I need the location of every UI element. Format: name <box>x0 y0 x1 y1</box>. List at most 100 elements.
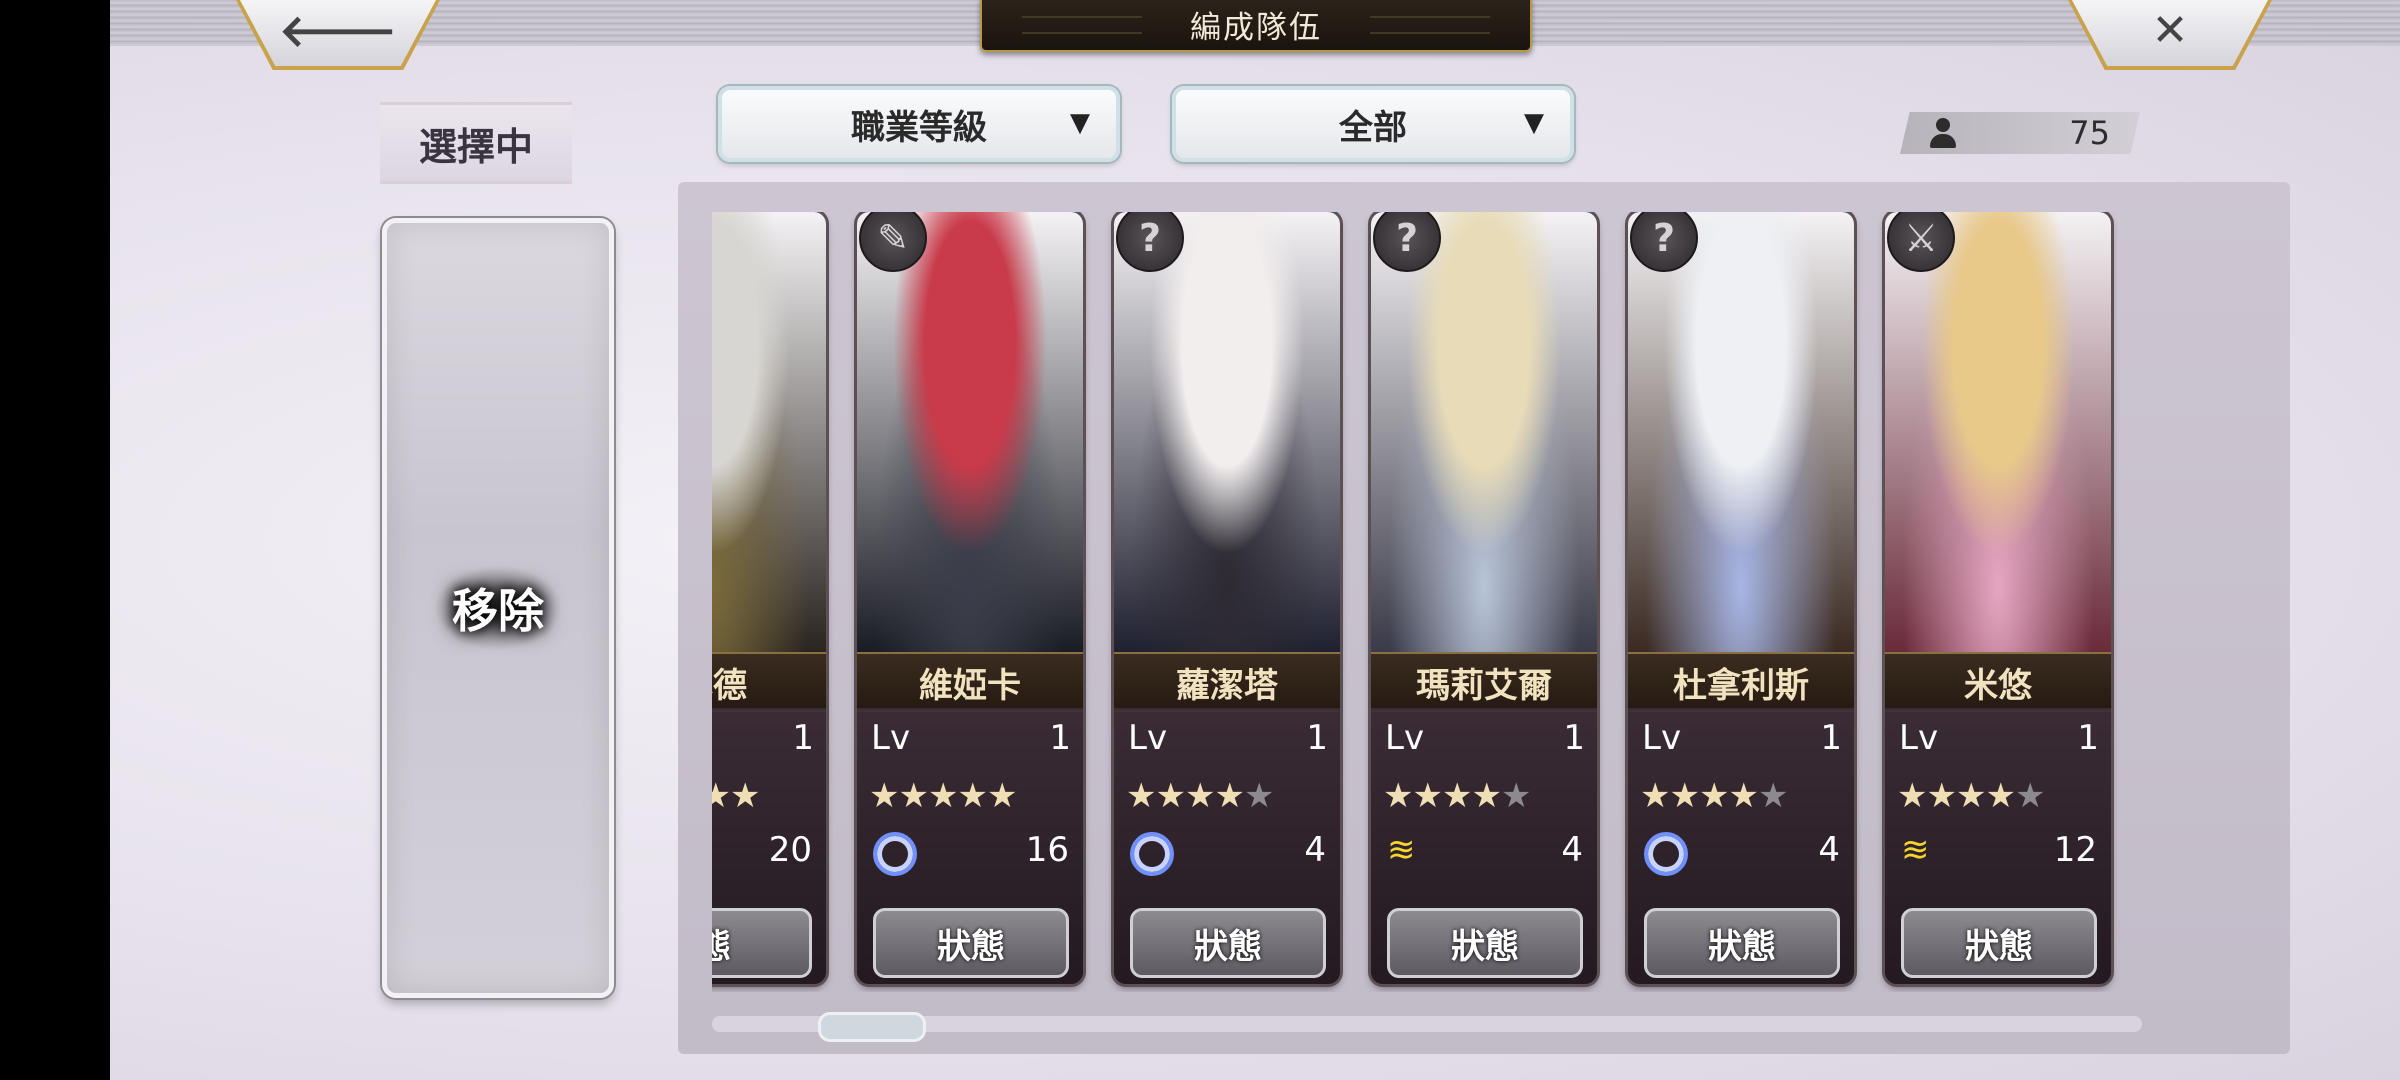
character-card[interactable]: 米悠 Lv 1 ★★★★★ 12 狀態 ≋ ⚔ <box>1885 212 2111 984</box>
rarity-stars: ★★★★★ <box>1897 776 2046 816</box>
character-stats: Lv 1 ★★★★★ 4 狀態 <box>1114 708 1340 984</box>
character-count: 12 <box>2053 830 2097 870</box>
water-element-icon <box>1130 832 1174 876</box>
level-label: Lv <box>871 718 911 758</box>
sort-dropdown[interactable]: 職業等級 ▼ <box>718 86 1120 162</box>
close-icon: ✕ <box>2151 4 2189 56</box>
star-empty-icon: ★ <box>2014 776 2046 816</box>
star-filled-icon: ★ <box>1441 776 1473 816</box>
character-portrait <box>1114 212 1340 652</box>
level-row: Lv 1 <box>871 718 1071 758</box>
character-name: 維婭卡 <box>919 665 1021 706</box>
character-name: 杜拿利斯 <box>1673 665 1809 706</box>
scrollbar-thumb[interactable] <box>818 1012 926 1042</box>
star-filled-icon: ★ <box>1383 776 1414 816</box>
star-empty-icon: ★ <box>1757 776 1789 816</box>
star-filled-icon: ★ <box>927 776 959 816</box>
character-nameplate: 基德 <box>712 652 826 712</box>
character-card[interactable]: 蘿潔塔 Lv 1 ★★★★★ 4 狀態 ? <box>1114 212 1340 984</box>
star-filled-icon: ★ <box>1214 776 1245 816</box>
star-filled-icon: ★ <box>1471 776 1502 816</box>
level-value: 1 <box>2077 718 2099 758</box>
character-nameplate: 瑪莉艾爾 <box>1371 652 1597 712</box>
chevron-down-icon: ▼ <box>1070 108 1090 138</box>
level-row: Lv 1 <box>712 718 814 758</box>
star-filled-icon: ★ <box>729 776 761 816</box>
character-card[interactable]: 瑪莉艾爾 Lv 1 ★★★★★ 4 狀態 ≋ ? <box>1371 212 1597 984</box>
wind-element-icon: ≋ <box>1387 830 1416 870</box>
star-filled-icon: ★ <box>1926 776 1957 816</box>
level-row: Lv 1 <box>1899 718 2099 758</box>
character-portrait <box>1628 212 1854 652</box>
level-value: 1 <box>792 718 814 758</box>
wind-element-icon: ≋ <box>1901 830 1930 870</box>
unit-count-value: 75 <box>2069 114 2110 152</box>
level-value: 1 <box>1049 718 1071 758</box>
character-count: 4 <box>1304 830 1326 870</box>
level-label: Lv <box>1128 718 1168 758</box>
star-filled-icon: ★ <box>1412 776 1443 816</box>
level-label: Lv <box>1642 718 1682 758</box>
back-arrow-icon: 🡐 <box>279 6 397 57</box>
character-card[interactable]: 基德 Lv 1 ★★★★★ 20 態 <box>712 212 826 984</box>
sort-dropdown-label: 職業等級 <box>851 107 987 148</box>
scrollbar-track[interactable] <box>712 1016 2142 1032</box>
level-label: Lv <box>1899 718 1939 758</box>
character-nameplate: 維婭卡 <box>857 652 1083 712</box>
star-filled-icon: ★ <box>1155 776 1186 816</box>
character-stats: Lv 1 ★★★★★ 12 狀態 ≋ <box>1885 708 2111 984</box>
character-name: 米悠 <box>1964 665 2032 706</box>
rarity-stars: ★★★★★ <box>1383 776 1531 816</box>
character-count: 20 <box>768 830 812 870</box>
status-button[interactable]: 狀態 <box>1387 908 1583 978</box>
character-count: 4 <box>1818 830 1840 870</box>
character-card[interactable]: 維婭卡 Lv 1 ★★★★★ 16 狀態 ✎ <box>857 212 1083 984</box>
level-label: Lv <box>1385 718 1425 758</box>
level-value: 1 <box>1820 718 1842 758</box>
rarity-stars: ★★★★★ <box>869 776 1017 816</box>
character-nameplate: 杜拿利斯 <box>1628 652 1854 712</box>
character-portrait <box>857 212 1083 652</box>
character-stats: Lv 1 ★★★★★ 4 狀態 ≋ <box>1371 708 1597 984</box>
star-empty-icon: ★ <box>1243 776 1275 816</box>
level-row: Lv 1 <box>1642 718 1842 758</box>
status-button[interactable]: 狀態 <box>873 908 1069 978</box>
screen: 🡐 編成隊伍 ✕ 選擇中 移除 職業等級 ▼ 全部 ▼ 75 基德 Lv <box>110 0 2400 1080</box>
water-element-icon <box>873 832 917 876</box>
star-filled-icon: ★ <box>1698 776 1730 816</box>
character-count: 16 <box>1025 830 1069 870</box>
chevron-down-icon: ▼ <box>1524 108 1544 138</box>
star-filled-icon: ★ <box>1640 776 1671 816</box>
character-nameplate: 蘿潔塔 <box>1114 652 1340 712</box>
status-button[interactable]: 狀態 <box>1130 908 1326 978</box>
level-row: Lv 1 <box>1128 718 1328 758</box>
person-icon <box>1928 118 1958 150</box>
status-button[interactable]: 態 <box>712 908 812 978</box>
star-filled-icon: ★ <box>1669 776 1700 816</box>
character-portrait <box>1371 212 1597 652</box>
title-plate: 編成隊伍 <box>980 0 1532 52</box>
character-stats: Lv 1 ★★★★★ 4 狀態 <box>1628 708 1854 984</box>
star-filled-icon: ★ <box>1728 776 1759 816</box>
character-portrait <box>712 212 826 652</box>
character-card[interactable]: 杜拿利斯 Lv 1 ★★★★★ 4 狀態 ? <box>1628 212 1854 984</box>
status-button[interactable]: 狀態 <box>1901 908 2097 978</box>
remove-slot[interactable]: 移除 <box>382 218 614 998</box>
status-button[interactable]: 狀態 <box>1644 908 1840 978</box>
category-dropdown[interactable]: 全部 ▼ <box>1172 86 1574 162</box>
roster-panel: 基德 Lv 1 ★★★★★ 20 態 維婭卡 Lv 1 ★★ <box>678 182 2290 1054</box>
character-portrait <box>1885 212 2111 652</box>
star-filled-icon: ★ <box>712 776 731 816</box>
character-nameplate: 米悠 <box>1885 652 2111 712</box>
rarity-stars: ★★★★★ <box>712 776 761 816</box>
roster-list[interactable]: 基德 Lv 1 ★★★★★ 20 態 維婭卡 Lv 1 ★★ <box>712 212 2236 992</box>
water-element-icon <box>1644 832 1688 876</box>
rarity-stars: ★★★★★ <box>1640 776 1789 816</box>
character-count: 4 <box>1561 830 1583 870</box>
star-filled-icon: ★ <box>1955 776 1987 816</box>
star-filled-icon: ★ <box>1897 776 1928 816</box>
star-filled-icon: ★ <box>1126 776 1157 816</box>
level-value: 1 <box>1306 718 1328 758</box>
category-dropdown-label: 全部 <box>1339 107 1407 148</box>
character-stats: Lv 1 ★★★★★ 20 態 <box>712 708 826 984</box>
